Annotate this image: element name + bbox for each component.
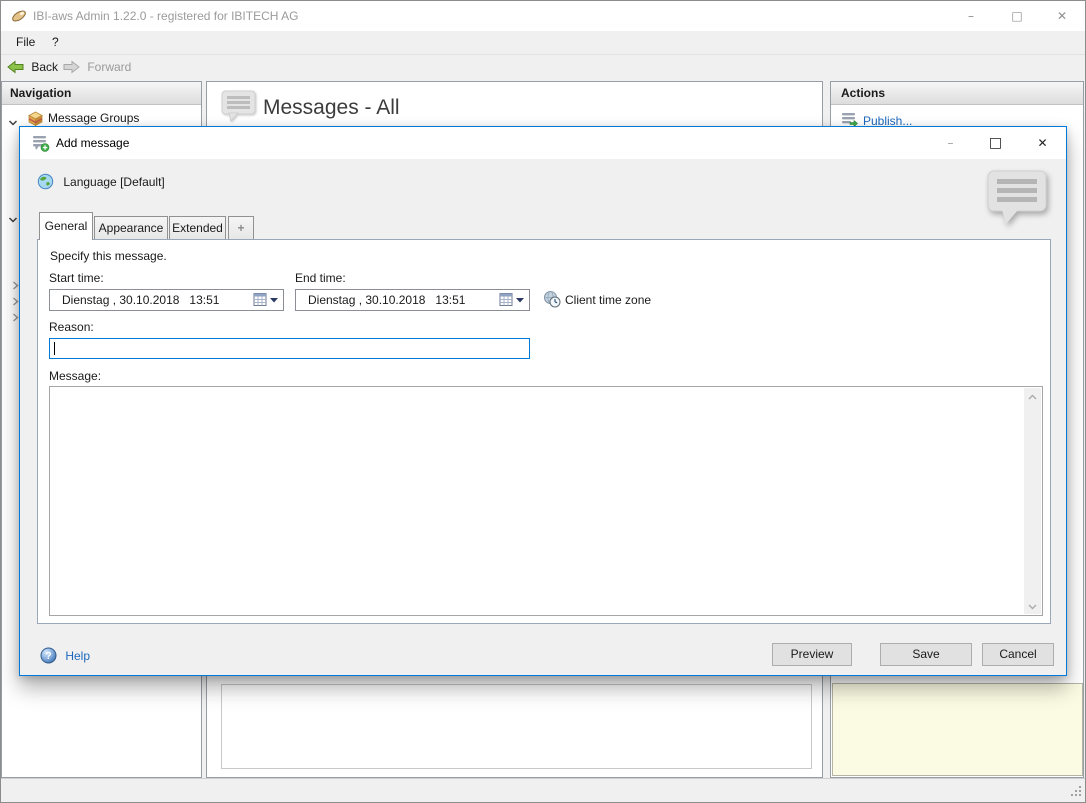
dialog-title: Add message [56, 136, 130, 150]
page-title: Messages - All [263, 96, 400, 119]
svg-text:?: ? [45, 651, 51, 662]
actions-header: Actions [831, 82, 1083, 105]
menu-file[interactable]: File [9, 31, 42, 54]
group-caption: Specify this message. [50, 249, 167, 263]
titlebar: IBI-aws Admin 1.22.0 - registered for IB… [1, 1, 1085, 31]
window-minimize-button[interactable]: – [948, 1, 994, 31]
add-message-icon [32, 135, 50, 155]
tree-item-message-groups[interactable]: Message Groups [2, 108, 201, 128]
forward-label: Forward [87, 60, 132, 74]
resize-grip[interactable] [1070, 785, 1082, 800]
menu-help[interactable]: ? [45, 31, 66, 54]
dialog-maximize-button[interactable]: □ [973, 127, 1018, 159]
navigation-header: Navigation [2, 82, 201, 105]
app-icon [11, 8, 27, 27]
tab-label: Appearance [98, 221, 164, 235]
save-button[interactable]: Save [880, 643, 972, 666]
calendar-dropdown-icon[interactable] [499, 292, 525, 308]
window-maximize-button[interactable]: □ [994, 1, 1040, 31]
tab-general[interactable]: General [39, 212, 93, 240]
tab-label: Extended [172, 221, 223, 235]
text-caret [54, 342, 55, 355]
vertical-scrollbar[interactable] [1024, 388, 1041, 614]
language-row: Language [Default] [37, 173, 165, 191]
message-textarea[interactable] [49, 386, 1043, 616]
back-icon [7, 60, 31, 74]
start-time-picker[interactable]: Dienstag , 30.10.2018 13:51 [49, 289, 284, 311]
chevron-down-icon[interactable] [7, 214, 19, 229]
messages-header-icon [221, 90, 257, 127]
notes-area [832, 683, 1083, 776]
client-time-zone-label: Client time zone [565, 293, 652, 307]
add-message-dialog: Add message – □ ✕ Language [Default] Gen… [19, 126, 1067, 676]
back-button[interactable]: Back [7, 55, 58, 80]
dialog-minimize-button[interactable]: – [928, 127, 973, 159]
end-time-label: End time: [295, 271, 346, 285]
scroll-down-icon[interactable] [1024, 597, 1041, 614]
add-tab-icon: + [237, 221, 245, 235]
toolbar: Back Forward [1, 54, 1085, 80]
tab-appearance[interactable]: Appearance [94, 216, 168, 240]
tree-item-label: Message Groups [48, 111, 140, 125]
window-title: IBI-aws Admin 1.22.0 - registered for IB… [33, 9, 299, 23]
chevron-down-icon[interactable] [7, 112, 19, 132]
forward-icon [63, 60, 87, 74]
tab-label: General [44, 219, 88, 233]
reason-label: Reason: [49, 320, 94, 334]
tab-extended[interactable]: Extended [169, 216, 226, 240]
cancel-button[interactable]: Cancel [982, 643, 1054, 666]
dialog-close-button[interactable]: ✕ [1020, 127, 1065, 159]
start-time-value: Dienstag , 30.10.2018 13:51 [62, 293, 220, 307]
help-link[interactable]: ? Help [40, 647, 90, 665]
help-icon: ? [40, 647, 65, 664]
language-globe-icon [37, 173, 63, 190]
reason-input[interactable] [49, 338, 530, 359]
forward-button[interactable]: Forward [63, 55, 131, 80]
back-label: Back [31, 60, 59, 74]
message-label: Message: [49, 369, 102, 383]
client-time-zone-icon [543, 290, 561, 311]
menubar: File ? [1, 31, 1085, 54]
scroll-up-icon[interactable] [1024, 388, 1041, 405]
dialog-titlebar: Add message – □ ✕ [20, 127, 1066, 159]
status-bar [1, 778, 1085, 802]
end-time-value: Dienstag , 30.10.2018 13:51 [308, 293, 466, 307]
window-close-button[interactable]: ✕ [1039, 1, 1085, 31]
message-bubble-icon [986, 169, 1050, 230]
calendar-dropdown-icon[interactable] [253, 292, 279, 308]
end-time-picker[interactable]: Dienstag , 30.10.2018 13:51 [295, 289, 530, 311]
app-window: IBI-aws Admin 1.22.0 - registered for IB… [0, 0, 1086, 803]
tab-add[interactable]: + [228, 216, 254, 240]
help-label: Help [65, 649, 91, 663]
language-label: Language [Default] [63, 175, 165, 189]
start-time-label: Start time: [49, 271, 104, 285]
message-list[interactable] [221, 684, 812, 769]
preview-button[interactable]: Preview [772, 643, 852, 666]
general-tab-page: Specify this message. Start time: Dienst… [37, 239, 1051, 624]
